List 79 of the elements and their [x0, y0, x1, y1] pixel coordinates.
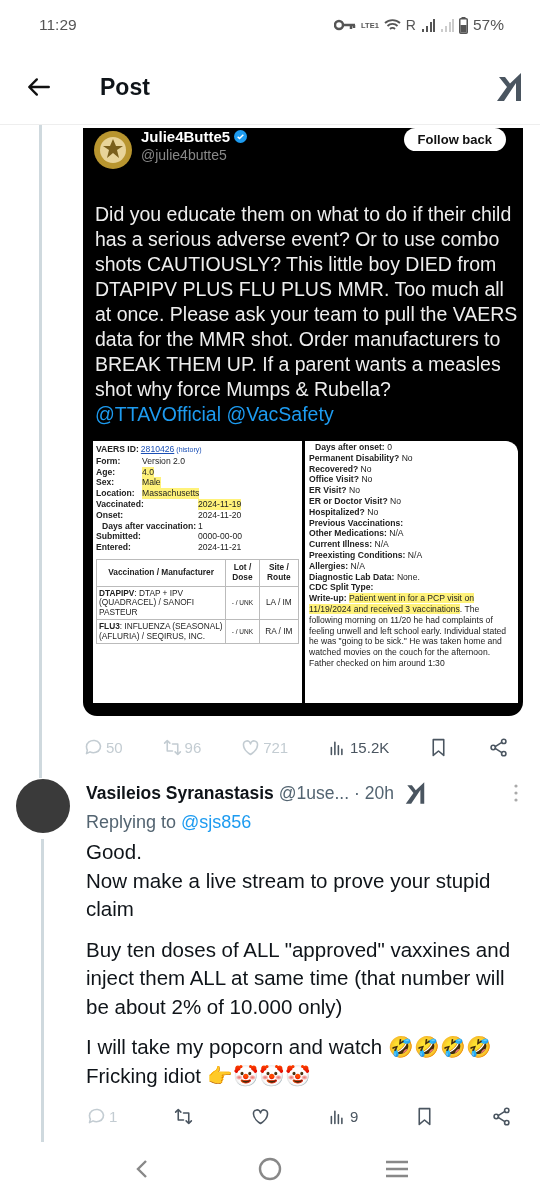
field-label: Form: — [96, 455, 122, 467]
field-label: ER Visit? — [309, 485, 347, 496]
table-header: Vaccination / Manufacturer — [96, 559, 226, 587]
field-label: Current Illness: — [309, 539, 373, 550]
reply-text: Fricking idiot 👉🤡🤡🤡 — [86, 1062, 312, 1089]
field-label: Preexisting Conditions: — [309, 549, 406, 560]
author-handle: @1use... — [278, 782, 350, 804]
table-cell: LA / IM — [259, 586, 299, 620]
field-label: Entered: — [96, 542, 132, 553]
field-value: No — [360, 463, 372, 474]
field-label: Recovered? — [309, 463, 359, 474]
field-value: N/A — [374, 539, 389, 550]
table-header: Site / Route — [259, 559, 299, 587]
follow-back-button[interactable]: Follow back — [403, 128, 506, 151]
reply-text: Now make a live stream to prove your stupid claim — [86, 867, 492, 922]
field-label: Location: — [96, 488, 136, 499]
field-value: 1 — [198, 520, 203, 532]
field-label: Days after vaccination: — [102, 520, 197, 532]
field-label: Other Medications: — [309, 528, 387, 539]
action-count: 721 — [263, 738, 289, 756]
field-label: CDC Split Type: — [309, 582, 374, 593]
field-value: Massachusetts — [142, 488, 200, 499]
field-value: No — [361, 474, 373, 485]
field-label: Permanent Disability? — [309, 452, 400, 463]
author-handle: @julie4butte5 — [141, 147, 228, 163]
field-label: Age: — [96, 466, 117, 478]
battery-percentage: 57% — [472, 16, 504, 34]
write-up-text: Write-up: Patient went in for a PCP visit on 11/19/2024 and received 3 vaccinations. The following morning on 11/20 he had complaints of feeling unwell and left school early. Individual stated he was "going to be sick." He was taken home and watched movies on the couch for the afternoon. Father checked on him around 1:30 — [309, 593, 508, 669]
field-label: Allergies: — [309, 560, 349, 571]
field-value: No — [367, 506, 379, 517]
reply-text: Buy ten doses of ALL "approved" vaxxines and inject them ALL at same time (that number will be about 2% of 10.000 only) — [86, 936, 512, 1020]
roaming-label: R — [405, 17, 416, 33]
field-value: Version 2.0 — [142, 455, 185, 467]
table-cell: RA / IM — [259, 619, 299, 644]
field-value: 2024-11-21 — [198, 542, 242, 553]
field-label: ER or Doctor Visit? — [309, 496, 388, 506]
reply-text: I will take my popcorn and watch 🤣🤣🤣🤣 — [86, 1034, 493, 1060]
author-name: Vasileios Syranastasis — [86, 782, 274, 804]
field-value: Male — [142, 477, 161, 489]
table-cell: FLU3: INFLUENZA (SEASONAL) (AFLURIA) / SEQIRUS, INC. — [96, 619, 226, 644]
action-count: 50 — [106, 738, 123, 756]
table-cell: DTAPIPV: DTAP + IPV (QUADRACEL) / SANOFI PASTEUR — [96, 586, 226, 620]
field-value: N/A — [407, 549, 423, 560]
table-header: Lot / Dose — [225, 559, 260, 587]
field-label: Days after onset: — [315, 442, 385, 452]
mention-link[interactable]: @VacSafety — [226, 403, 334, 425]
action-count: 1 — [109, 1107, 118, 1125]
field-value: No — [390, 496, 402, 506]
field-label: VAERS ID: — [96, 444, 139, 455]
field-value: N/A — [389, 528, 404, 539]
field-value: 2024-11-19 — [198, 499, 242, 510]
field-label: Hospitalized? — [309, 506, 365, 517]
post-text: Did you educate them on what to do if their child has a serious adverse event? Or to use combo shots CAUTIOUSLY? This little boy DIED from DTAPIPV PLUS FLU PLUS MMR. Too much all at once. Please ask your team to pull the VAERS data for the MMR shot. Order manufacturers to BREAK THEM UP. If a parent wants a measles shot why force Mumps & Rubella? @TTAVOfficial @VacSafety — [95, 202, 519, 427]
field-value: 2024-11-20 — [198, 509, 242, 521]
field-value: 0000-00-00 — [198, 531, 242, 543]
field-label: Sex: — [96, 477, 116, 489]
field-label: Onset: — [96, 509, 125, 521]
mention-link[interactable]: @TTAVOfficial — [95, 403, 221, 425]
report-id-link[interactable]: 2810426 — [140, 444, 175, 455]
field-label: Vaccinated: — [96, 499, 145, 510]
page-title: Post — [100, 73, 151, 101]
status-time: 11:29 — [39, 16, 77, 34]
post-time: · 20h — [354, 782, 394, 804]
replying-to-text: Replying to @sjs856 — [86, 811, 253, 834]
action-count: 96 — [184, 738, 202, 756]
field-value: No — [348, 485, 360, 496]
field-label: Office Visit? — [309, 474, 359, 485]
field-value: No — [401, 452, 413, 463]
action-count: 9 — [349, 1107, 359, 1125]
field-label: Submitted: — [96, 531, 142, 543]
field-label: Diagnostic Lab Data: — [309, 571, 395, 582]
field-value: 4.0 — [142, 466, 154, 478]
field-value: N/A — [350, 560, 365, 571]
action-count: 15.2K — [350, 738, 390, 756]
reply-text: Good. — [86, 839, 143, 865]
field-value: 0 — [387, 442, 392, 452]
author-name: Julie4Butte5 — [141, 128, 231, 145]
field-value: None. — [396, 571, 420, 582]
field-label: Previous Vaccinations: — [309, 517, 404, 528]
